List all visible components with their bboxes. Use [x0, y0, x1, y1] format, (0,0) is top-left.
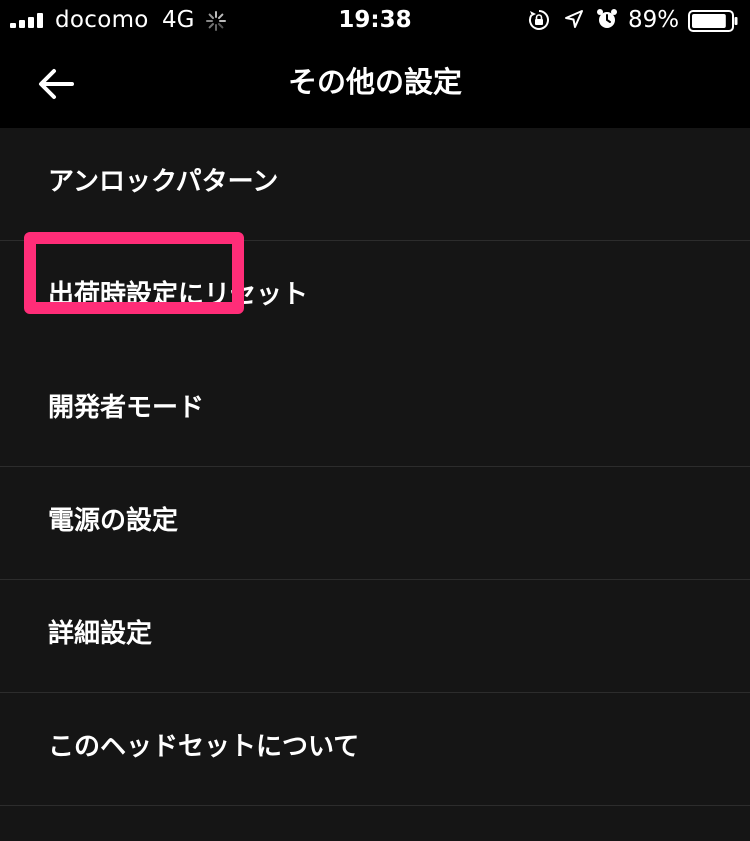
menu-item-label: 開発者モード [48, 393, 205, 423]
battery-percentage: 89% [628, 7, 680, 33]
location-arrow-icon [565, 10, 583, 28]
navigation-bar: その他の設定 [0, 40, 750, 128]
menu-item-label: このヘッドセットについて [48, 732, 360, 762]
menu-item-advanced-settings[interactable]: 詳細設定 [0, 580, 750, 693]
menu-item-power-settings[interactable]: 電源の設定 [0, 467, 750, 580]
settings-list: アンロックパターン 出荷時設定にリセット 開発者モード 電源の設定 詳細設定 こ… [0, 128, 750, 806]
menu-item-unlock-pattern[interactable]: アンロックパターン [0, 128, 750, 241]
top-bar: docomo 4G 19:38 89% その他の設定 [0, 0, 750, 128]
battery-icon [688, 10, 738, 32]
menu-item-label: 電源の設定 [48, 506, 179, 536]
alarm-clock-icon [597, 9, 617, 28]
back-button[interactable] [28, 56, 84, 112]
arrow-left-icon [39, 69, 74, 99]
menu-item-label: 詳細設定 [48, 619, 153, 649]
page-title: その他の設定 [287, 65, 462, 99]
rotation-lock-icon [529, 10, 549, 30]
menu-item-label: 出荷時設定にリセット [48, 280, 309, 310]
menu-item-factory-reset[interactable]: 出荷時設定にリセット [0, 241, 750, 354]
status-bar: docomo 4G 19:38 89% [0, 0, 750, 40]
menu-item-about-headset[interactable]: このヘッドセットについて [0, 693, 750, 806]
menu-item-developer-mode[interactable]: 開発者モード [0, 354, 750, 467]
menu-item-label: アンロックパターン [48, 167, 279, 197]
